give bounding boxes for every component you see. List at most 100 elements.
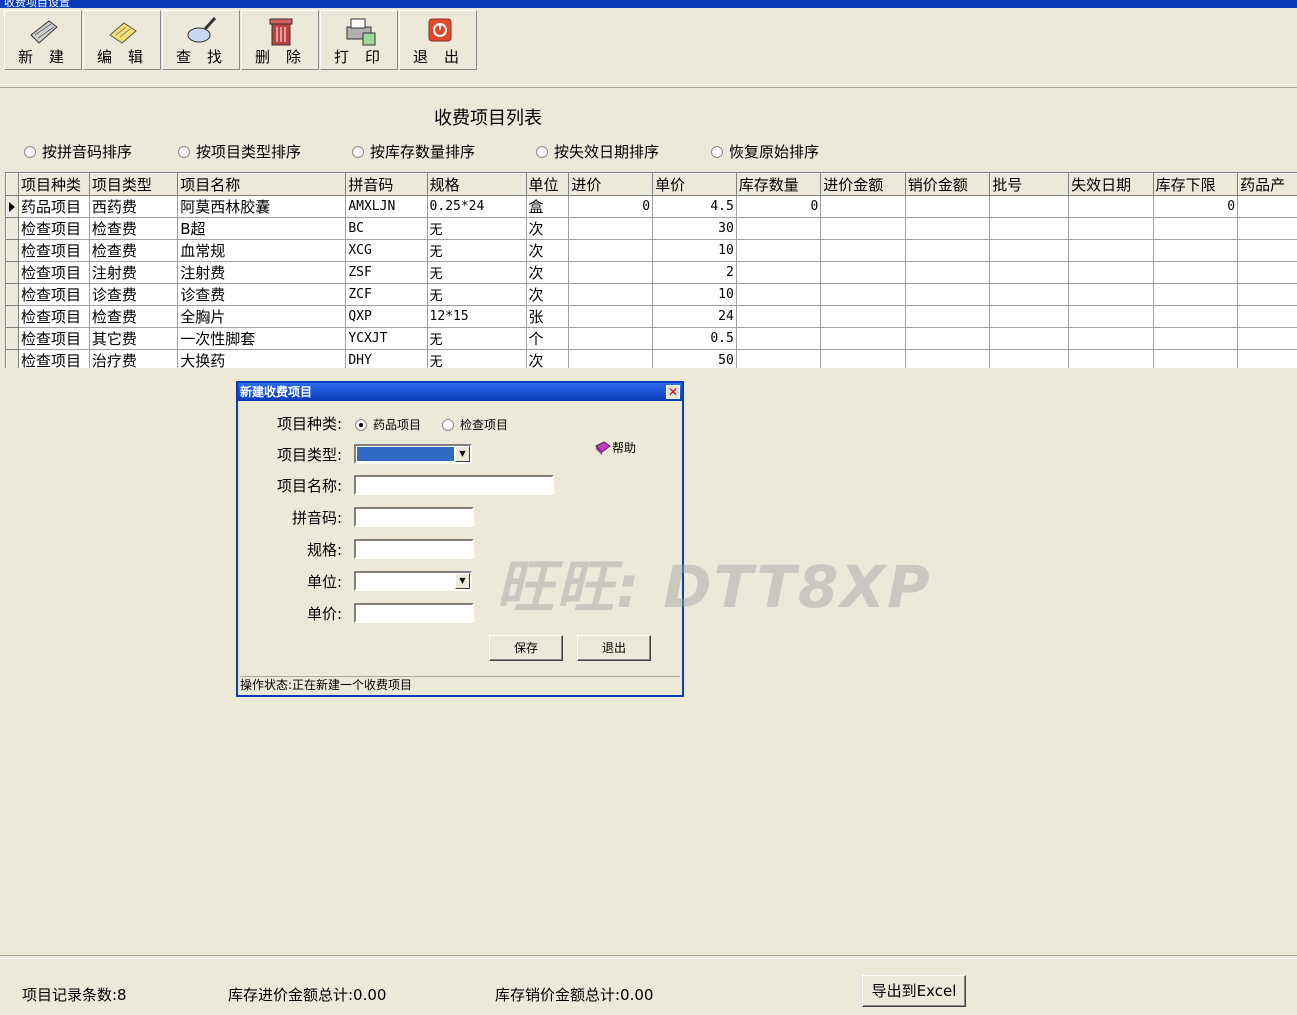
table-cell[interactable] [989, 217, 1070, 240]
table-cell[interactable] [904, 217, 991, 240]
kind-exam-option[interactable]: 检查项目 [442, 416, 508, 433]
table-cell[interactable] [904, 327, 991, 350]
table-cell[interactable] [1152, 327, 1239, 350]
table-cell[interactable]: 0.5 [652, 327, 737, 350]
dialog-close-icon[interactable]: ✕ [666, 385, 680, 399]
table-cell[interactable]: 注射费 [88, 261, 179, 284]
table-cell[interactable]: 次 [525, 349, 570, 368]
table-cell[interactable] [1237, 217, 1297, 240]
table-cell[interactable]: 检查项目 [17, 239, 90, 262]
table-cell[interactable]: 无 [426, 239, 527, 262]
grid-column-header[interactable]: 库存数量 [735, 173, 822, 196]
table-cell[interactable]: 检查项目 [17, 261, 90, 284]
table-row[interactable]: 检查项目 治疗费 大换药 DHY 无次 50 [6, 349, 1297, 368]
table-row[interactable]: 检查项目 诊查费 诊查费 ZCF 无次 10 [6, 283, 1297, 306]
table-cell[interactable] [1068, 239, 1154, 262]
table-cell[interactable] [1152, 305, 1239, 328]
table-cell[interactable]: 药品项目 [17, 195, 90, 218]
table-cell[interactable] [1068, 283, 1154, 306]
sort-by-type[interactable]: 按项目类型排序 [178, 141, 301, 162]
unit-select[interactable]: ▼ [354, 571, 472, 591]
table-cell[interactable]: 0 [735, 195, 822, 218]
grid-column-header[interactable]: 单价 [652, 173, 737, 196]
table-cell[interactable]: 个 [525, 327, 570, 350]
table-cell[interactable]: 2 [652, 261, 737, 284]
table-cell[interactable] [568, 261, 654, 284]
table-cell[interactable]: 大换药 [177, 349, 347, 368]
sort-by-expiry[interactable]: 按失效日期排序 [536, 141, 659, 162]
table-cell[interactable]: 盒 [525, 195, 570, 218]
table-cell[interactable]: 无 [426, 283, 527, 306]
table-cell[interactable]: 张 [525, 305, 570, 328]
table-cell[interactable]: ZCF [345, 283, 428, 306]
table-cell[interactable] [820, 195, 906, 218]
table-cell[interactable]: 诊查费 [88, 283, 179, 306]
table-cell[interactable]: 血常规 [177, 239, 347, 262]
row-indicator[interactable] [6, 283, 19, 306]
table-cell[interactable]: B超 [177, 217, 347, 240]
new-button[interactable]: 新建 [4, 10, 82, 70]
table-cell[interactable]: 注射费 [177, 261, 347, 284]
table-cell[interactable] [989, 195, 1070, 218]
table-cell[interactable]: 无 [426, 217, 527, 240]
table-cell[interactable]: 检查项目 [17, 283, 90, 306]
table-cell[interactable]: 12*15 [426, 305, 527, 328]
table-cell[interactable] [1237, 283, 1297, 306]
table-cell[interactable] [904, 195, 991, 218]
table-cell[interactable]: 10 [652, 239, 737, 262]
table-cell[interactable]: 其它费 [88, 327, 179, 350]
search-button[interactable]: 查找 [162, 10, 240, 70]
table-cell[interactable]: 检查费 [88, 239, 179, 262]
grid-column-header[interactable]: 药品产 [1237, 173, 1297, 196]
table-cell[interactable]: 检查费 [88, 305, 179, 328]
table-cell[interactable]: 检查项目 [17, 217, 90, 240]
table-cell[interactable] [735, 239, 822, 262]
help-button[interactable]: 帮助 [594, 439, 636, 456]
kind-drug-option[interactable]: 药品项目 [355, 416, 421, 433]
table-row[interactable]: 检查项目 检查费 血常规 XCG 无次 10 [6, 239, 1297, 262]
table-cell[interactable]: 50 [652, 349, 737, 368]
table-cell[interactable] [1068, 327, 1154, 350]
grid-column-header[interactable]: 项目名称 [177, 173, 347, 196]
price-input[interactable] [354, 603, 474, 623]
table-cell[interactable]: 一次性脚套 [177, 327, 347, 350]
row-indicator[interactable] [6, 261, 19, 284]
table-cell[interactable] [568, 217, 654, 240]
table-cell[interactable] [989, 327, 1070, 350]
sort-restore-radio[interactable] [711, 145, 723, 158]
table-cell[interactable]: XCG [345, 239, 428, 262]
table-cell[interactable]: 西药费 [88, 195, 179, 218]
sort-by-stock[interactable]: 按库存数量排序 [352, 141, 475, 162]
table-cell[interactable] [1152, 261, 1239, 284]
table-cell[interactable] [820, 261, 906, 284]
table-cell[interactable] [1237, 261, 1297, 284]
sort-by-stock-radio[interactable] [352, 145, 364, 158]
type-select[interactable]: ▼ [354, 444, 472, 464]
table-cell[interactable] [1237, 305, 1297, 328]
table-cell[interactable]: BC [345, 217, 428, 240]
table-row[interactable]: 检查项目 注射费 注射费 ZSF 无次 2 [6, 261, 1297, 284]
table-cell[interactable] [989, 283, 1070, 306]
table-cell[interactable] [1152, 217, 1239, 240]
table-cell[interactable] [735, 217, 822, 240]
table-cell[interactable]: 阿莫西林胶囊 [177, 195, 347, 218]
grid-column-header[interactable]: 销价金额 [904, 173, 991, 196]
table-cell[interactable]: QXP [345, 305, 428, 328]
table-cell[interactable] [904, 349, 991, 368]
spec-input[interactable] [354, 539, 474, 559]
row-indicator[interactable] [6, 239, 19, 262]
edit-button[interactable]: 编辑 [83, 10, 161, 70]
table-cell[interactable] [1068, 305, 1154, 328]
table-cell[interactable] [1237, 327, 1297, 350]
table-cell[interactable] [1237, 239, 1297, 262]
table-cell[interactable]: 无 [426, 327, 527, 350]
table-cell[interactable]: 0 [1152, 195, 1239, 218]
table-cell[interactable]: 10 [652, 283, 737, 306]
row-indicator[interactable] [6, 349, 19, 368]
items-grid[interactable]: 项目种类 项目类型 项目名称 拼音码 规格 单位 进价 单价 库存数量 进价金额 销价金额 批号 失效日… [5, 172, 1297, 368]
table-cell[interactable]: 检查项目 [17, 349, 90, 368]
table-cell[interactable] [820, 327, 906, 350]
kind-drug-radio[interactable] [355, 418, 367, 431]
table-cell[interactable] [989, 305, 1070, 328]
grid-column-header[interactable]: 失效日期 [1068, 173, 1154, 196]
